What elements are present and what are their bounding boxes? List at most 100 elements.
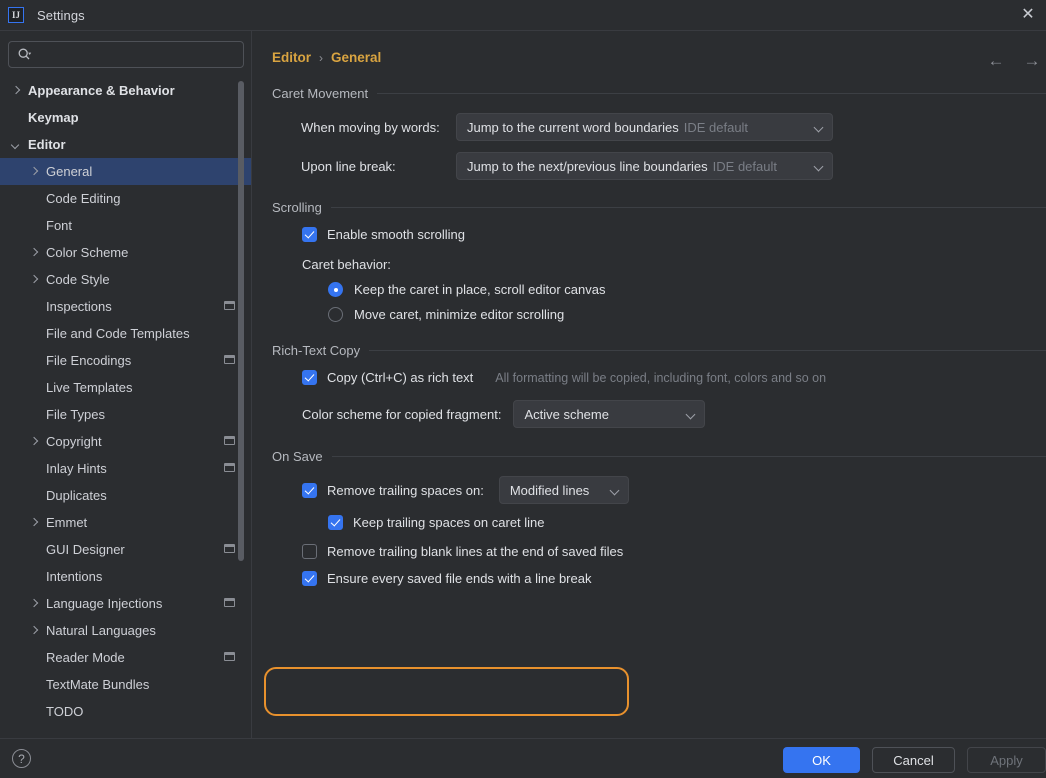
chevron-right-icon[interactable] (28, 598, 40, 610)
sidebar-item-inlay-hints[interactable]: Inlay Hints (0, 455, 252, 482)
dropdown-value: Jump to the next/previous line boundarie… (467, 158, 708, 174)
chevron-right-icon[interactable] (28, 625, 40, 637)
forward-arrow-icon[interactable]: → (1018, 49, 1046, 71)
remove-trailing-blank-lines-checkbox[interactable] (302, 544, 317, 559)
sidebar-scrollbar-thumb[interactable] (238, 81, 244, 561)
sidebar-item-label: Code Editing (46, 191, 121, 206)
ok-button[interactable]: OK (783, 747, 860, 773)
row-when-moving-by-words: When moving by words: Jump to the curren… (301, 113, 1046, 141)
cancel-button[interactable]: Cancel (872, 747, 955, 773)
color-scheme-label: Color scheme for copied fragment: (302, 406, 502, 422)
navigation-arrows: ← → (982, 49, 1046, 71)
color-scheme-dropdown[interactable]: Active scheme (513, 400, 706, 428)
sidebar-item-code-editing[interactable]: Code Editing (0, 185, 252, 212)
sidebar-item-font[interactable]: Font (0, 212, 252, 239)
checkbox-row-copy-as-rich-text[interactable]: Copy (Ctrl+C) as rich text All formattin… (302, 370, 1046, 385)
sidebar-item-language-injections[interactable]: Language Injections (0, 590, 252, 617)
checkbox-row-remove-trailing-spaces[interactable]: Remove trailing spaces on: Modified line… (302, 476, 1046, 504)
sidebar-item-label: Intentions (46, 569, 103, 584)
sidebar-item-keymap[interactable]: Keymap (0, 104, 252, 131)
dialog-footer: ? OK Cancel Apply (0, 738, 1046, 778)
row-upon-line-break: Upon line break: Jump to the next/previo… (301, 152, 1046, 180)
apply-button[interactable]: Apply (967, 747, 1046, 773)
breadcrumb-root[interactable]: Editor (272, 50, 311, 65)
sidebar-item-duplicates[interactable]: Duplicates (0, 482, 252, 509)
copy-as-rich-text-checkbox[interactable] (302, 370, 317, 385)
section-header-on-save: On Save (272, 449, 1046, 464)
keep-trailing-spaces-checkbox[interactable] (328, 515, 343, 530)
sidebar-item-textmate-bundles[interactable]: TextMate Bundles (0, 671, 252, 698)
sidebar-item-natural-languages[interactable]: Natural Languages (0, 617, 252, 644)
upon-line-break-dropdown[interactable]: Jump to the next/previous line boundarie… (456, 152, 833, 180)
settings-tree[interactable]: Appearance & Behavior Keymap Editor General… (0, 77, 252, 732)
section-title: Rich-Text Copy (272, 343, 361, 358)
settings-main-panel: Editor › General ← → Caret Movement When… (252, 31, 1046, 738)
sidebar-item-general[interactable]: General (0, 158, 252, 185)
remove-trailing-spaces-dropdown[interactable]: Modified lines (498, 476, 629, 504)
ensure-line-break-checkbox[interactable] (302, 571, 317, 586)
sidebar-item-todo[interactable]: TODO (0, 698, 252, 725)
chevron-down-icon (685, 409, 696, 420)
checkbox-row-ensure-line-break[interactable]: Ensure every saved file ends with a line… (302, 571, 1046, 586)
project-settings-icon (224, 598, 235, 607)
sidebar-item-label: Color Scheme (46, 245, 129, 260)
sidebar-item-editor[interactable]: Editor (0, 131, 252, 158)
sidebar-item-copyright[interactable]: Copyright (0, 428, 252, 455)
sidebar-item-gui-designer[interactable]: GUI Designer (0, 536, 252, 563)
chevron-right-icon[interactable] (28, 274, 40, 286)
copy-as-rich-text-label: Copy (Ctrl+C) as rich text (327, 370, 474, 385)
search-input[interactable] (37, 47, 243, 62)
project-settings-icon (224, 463, 235, 472)
sidebar-item-label: Inlay Hints (46, 461, 107, 476)
sidebar-item-label: Emmet (46, 515, 88, 530)
sidebar-item-file-encodings[interactable]: File Encodings (0, 347, 252, 374)
chevron-down-icon[interactable] (10, 139, 22, 151)
keep-trailing-spaces-label: Keep trailing spaces on caret line (353, 515, 545, 530)
sidebar-item-label: File and Code Templates (46, 326, 190, 341)
sidebar-item-appearance-behavior[interactable]: Appearance & Behavior (0, 77, 252, 104)
sidebar-item-label: Editor (28, 137, 66, 152)
search-box[interactable] (8, 41, 244, 68)
sidebar-item-inspections[interactable]: Inspections (0, 293, 252, 320)
sidebar-item-code-style[interactable]: Code Style (0, 266, 252, 293)
sidebar-item-emmet[interactable]: Emmet (0, 509, 252, 536)
help-button[interactable]: ? (12, 749, 31, 768)
radio-row-keep-caret-in-place[interactable]: Keep the caret in place, scroll editor c… (328, 282, 1046, 297)
checkbox-row-keep-trailing-spaces-on-caret-line[interactable]: Keep trailing spaces on caret line (328, 515, 1046, 530)
section-title: On Save (272, 449, 323, 464)
sidebar-item-label: File Encodings (46, 353, 132, 368)
section-divider (369, 350, 1046, 351)
chevron-right-icon[interactable] (28, 247, 40, 259)
remove-trailing-spaces-checkbox[interactable] (302, 482, 317, 498)
chevron-right-icon[interactable] (28, 436, 40, 448)
checkbox-row-remove-trailing-blank-lines[interactable]: Remove trailing blank lines at the end o… (302, 544, 1046, 559)
annotation-highlight-box (264, 667, 629, 716)
sidebar-item-label: TextMate Bundles (46, 677, 150, 692)
radio-row-move-caret[interactable]: Move caret, minimize editor scrolling (328, 307, 1046, 322)
sidebar-item-color-scheme[interactable]: Color Scheme (0, 239, 252, 266)
breadcrumb-leaf: General (331, 50, 382, 65)
checkbox-row-enable-smooth-scrolling[interactable]: Enable smooth scrolling (302, 227, 1046, 242)
chevron-right-icon[interactable] (10, 85, 22, 97)
sidebar-item-live-templates[interactable]: Live Templates (0, 374, 252, 401)
when-moving-by-words-dropdown[interactable]: Jump to the current word boundaries IDE … (456, 113, 833, 141)
sidebar-item-file-types[interactable]: File Types (0, 401, 252, 428)
chevron-right-icon[interactable] (28, 166, 40, 178)
sidebar-scrollbar-track[interactable] (238, 77, 248, 732)
keep-caret-in-place-radio[interactable] (328, 282, 343, 297)
enable-smooth-scrolling-label: Enable smooth scrolling (327, 227, 466, 242)
sidebar-item-intentions[interactable]: Intentions (0, 563, 252, 590)
sidebar-item-file-and-code-templates[interactable]: File and Code Templates (0, 320, 252, 347)
sidebar-item-reader-mode[interactable]: Reader Mode (0, 644, 252, 671)
back-arrow-icon[interactable]: ← (982, 49, 1010, 71)
move-caret-radio[interactable] (328, 307, 343, 322)
close-icon[interactable]: ✕ (1010, 0, 1046, 30)
chevron-right-icon[interactable] (28, 517, 40, 529)
sidebar-item-label: Reader Mode (46, 650, 125, 665)
title-bar: IJ Settings ✕ (0, 0, 1046, 30)
search-icon (17, 47, 32, 62)
caret-behavior-label: Caret behavior: (302, 257, 391, 272)
enable-smooth-scrolling-checkbox[interactable] (302, 227, 317, 242)
